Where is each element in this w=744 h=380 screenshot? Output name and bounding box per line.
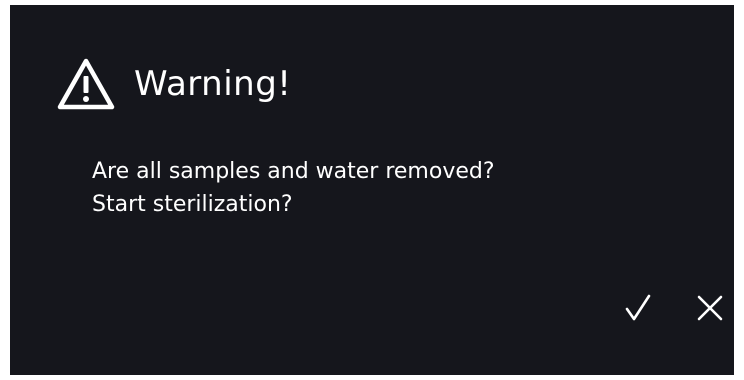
- message-line-1: Are all samples and water removed?: [92, 159, 495, 184]
- warning-dialog: Warning! Are all samples and water remov…: [10, 5, 734, 375]
- checkmark-icon: [625, 294, 651, 322]
- message-line-2: Start sterilization?: [92, 192, 293, 217]
- close-icon: [696, 294, 724, 322]
- cancel-button[interactable]: [690, 288, 730, 328]
- dialog-message: Are all samples and water removed? Start…: [92, 155, 495, 221]
- warning-triangle-icon: [57, 58, 115, 110]
- dialog-header: Warning!: [57, 54, 291, 114]
- dialog-title: Warning!: [134, 64, 292, 104]
- confirm-button[interactable]: [618, 288, 658, 328]
